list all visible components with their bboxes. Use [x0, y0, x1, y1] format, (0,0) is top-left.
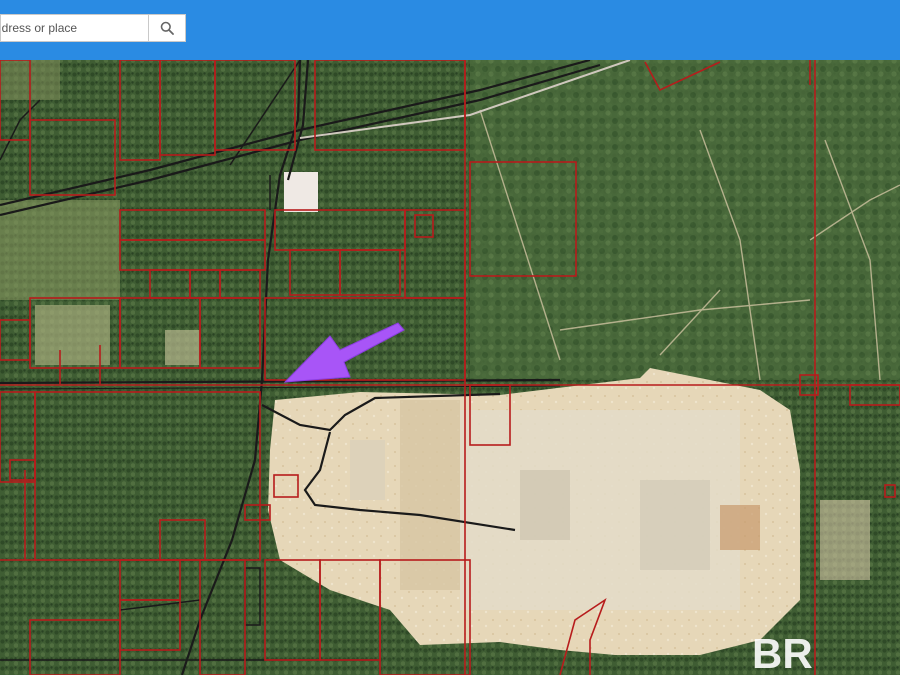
- map-canvas[interactable]: BR: [0, 60, 900, 675]
- forest-area-east: [470, 60, 900, 380]
- pad: [400, 400, 460, 590]
- pad: [720, 505, 760, 550]
- field: [0, 200, 120, 300]
- search-input[interactable]: [0, 14, 148, 42]
- pad: [640, 480, 710, 570]
- svg-text:BR: BR: [752, 630, 813, 675]
- search-button[interactable]: [148, 14, 186, 42]
- search-icon: [160, 21, 174, 35]
- field: [165, 330, 200, 365]
- search-box: [0, 14, 186, 44]
- pad: [520, 470, 570, 540]
- pad: [820, 500, 870, 580]
- field: [35, 305, 110, 365]
- watermark-logo: BR: [752, 630, 813, 675]
- pad: [350, 440, 385, 500]
- top-bar: [0, 0, 900, 60]
